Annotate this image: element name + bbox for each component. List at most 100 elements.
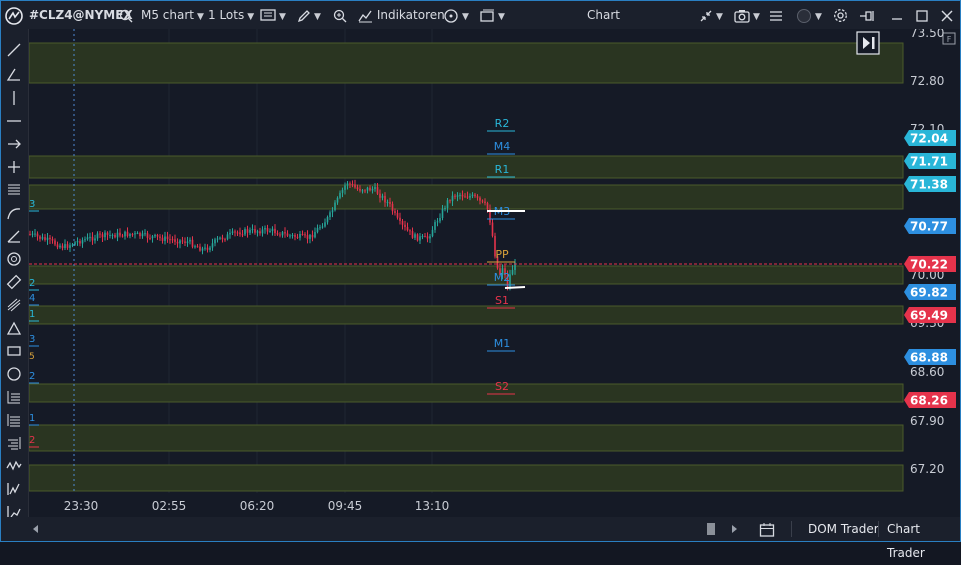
candle: [164, 231, 166, 245]
candle: [226, 231, 229, 241]
candle: [129, 232, 131, 239]
symbol-label[interactable]: #CLZ4@NYMEX: [29, 1, 133, 29]
svg-text:70.77: 70.77: [910, 220, 948, 234]
price-axis[interactable]: F 73.5072.8072.1070.0069.3068.6067.9067.…: [904, 26, 960, 493]
ray-tool-icon[interactable]: [5, 227, 23, 245]
price-badge: 72.04: [904, 130, 956, 146]
dom-trader-button[interactable]: DOM Trader: [808, 517, 879, 541]
candle: [119, 228, 121, 238]
candle: [141, 230, 144, 239]
ellipse-tool-icon[interactable]: [5, 365, 23, 383]
candle: [304, 232, 306, 238]
candle: [216, 235, 219, 243]
sr-zone[interactable]: [28, 265, 904, 285]
candle: [319, 224, 321, 231]
rectangle-tool-icon[interactable]: [5, 342, 23, 360]
price-badge: 70.77: [904, 218, 956, 234]
candle: [439, 213, 441, 224]
indicators-label: Indikatoren: [376, 8, 445, 22]
templates-button[interactable]: ▼: [480, 1, 505, 29]
chart-canvas[interactable]: R2M4R1M3PPM2S1M1S2 324132125: [28, 29, 904, 493]
list-icon[interactable]: [769, 1, 783, 29]
candle: [401, 218, 404, 230]
chart-toolbar: #CLZ4@NYMEX M5 chart ▼ 1 Lots ▼ ▼ ▼ Indika…: [1, 1, 960, 29]
wave-tool-icon[interactable]: [5, 480, 23, 498]
crosshair-button[interactable]: ▼: [443, 1, 469, 29]
angle-tool-icon[interactable]: [5, 65, 23, 83]
candle: [39, 235, 41, 242]
candle: [136, 231, 139, 235]
fibonacci-tool-icon[interactable]: [5, 296, 23, 314]
candle: [309, 233, 311, 244]
vertical-line-tool-icon[interactable]: [5, 89, 23, 107]
text-align-tool-icon[interactable]: [5, 434, 23, 452]
horizontal-scrollbar[interactable]: [31, 517, 741, 541]
candle: [44, 234, 46, 242]
timeframe-dropdown[interactable]: M5 chart ▼: [141, 1, 204, 29]
camera-icon[interactable]: ▼: [734, 1, 760, 29]
chart-window: #CLZ4@NYMEX M5 chart ▼ 1 Lots ▼ ▼ ▼ Indika…: [0, 0, 961, 560]
svg-text:71.38: 71.38: [910, 178, 948, 192]
sr-zone[interactable]: [28, 155, 904, 179]
pivot-level: R2: [487, 117, 515, 132]
indicators-button[interactable]: Indikatoren: [358, 1, 445, 29]
price-chart[interactable]: R2 M4 R1 M3 PP M2 S1 M1 S2 324132125: [28, 29, 904, 493]
candle: [161, 234, 164, 244]
svg-text:1: 1: [29, 309, 35, 320]
svg-text:72.04: 72.04: [910, 132, 948, 146]
candle: [186, 236, 189, 247]
zoom-icon[interactable]: [333, 1, 347, 29]
time-axis-label: 06:20: [240, 499, 275, 513]
trendline-tool-icon[interactable]: [5, 41, 23, 59]
lots-dropdown[interactable]: 1 Lots ▼: [208, 1, 254, 29]
scroll-to-latest-button[interactable]: [856, 31, 880, 55]
axis-settings-icon[interactable]: F: [942, 32, 956, 45]
chevron-down-icon: ▼: [753, 12, 760, 22]
candle: [154, 233, 156, 239]
sr-zone[interactable]: [28, 383, 904, 403]
candle: [264, 225, 266, 234]
candle: [421, 234, 424, 240]
arrow-tool-icon[interactable]: [5, 135, 23, 153]
levels-tool-icon[interactable]: [5, 411, 23, 429]
parallel-lines-tool-icon[interactable]: [5, 181, 23, 199]
minimize-button[interactable]: [890, 1, 904, 29]
horizontal-line-tool-icon[interactable]: [5, 112, 23, 130]
pin-icon[interactable]: [859, 1, 875, 29]
order-ticket-button[interactable]: ▼: [260, 1, 286, 29]
svg-text:M1: M1: [494, 337, 511, 350]
settings-gear-icon[interactable]: [833, 1, 848, 29]
drawing-pencil-button[interactable]: ▼: [297, 1, 321, 29]
calendar-icon[interactable]: [759, 517, 775, 541]
maximize-button[interactable]: [915, 1, 929, 29]
candle: [326, 215, 329, 225]
sr-zone[interactable]: [28, 184, 904, 210]
gann-tool-icon[interactable]: [5, 388, 23, 406]
candle: [114, 232, 116, 239]
symbol-search-icon[interactable]: [119, 1, 133, 29]
ruler-tool-icon[interactable]: [5, 273, 23, 291]
time-axis[interactable]: 23:30 02:55 06:20 09:45 13:10: [29, 493, 904, 517]
sr-zone[interactable]: [28, 305, 904, 325]
chart-trader-button[interactable]: Chart Trader: [887, 517, 960, 560]
circle-target-tool-icon[interactable]: [5, 250, 23, 268]
candle: [64, 239, 66, 250]
sr-zone[interactable]: [28, 42, 904, 84]
candle: [219, 236, 221, 240]
collapse-arrows-icon[interactable]: ▼: [699, 1, 723, 29]
scroll-right-icon[interactable]: [732, 525, 737, 533]
triangle-tool-icon[interactable]: [5, 319, 23, 337]
scroll-left-icon[interactable]: [33, 525, 38, 533]
pattern-tool-icon[interactable]: [5, 457, 23, 475]
svg-text:71.71: 71.71: [910, 155, 948, 169]
curve-tool-icon[interactable]: [5, 204, 23, 222]
svg-text:R2: R2: [495, 117, 510, 130]
close-button[interactable]: [940, 1, 954, 29]
crosshair-tool-icon[interactable]: [5, 158, 23, 176]
sr-zone[interactable]: [28, 464, 904, 492]
svg-text:S2: S2: [495, 380, 509, 393]
scrollbar-thumb[interactable]: [707, 523, 715, 535]
sr-zone[interactable]: [28, 424, 904, 452]
color-theme-button[interactable]: ▼: [796, 1, 822, 29]
chevron-down-icon: ▼: [197, 12, 204, 22]
